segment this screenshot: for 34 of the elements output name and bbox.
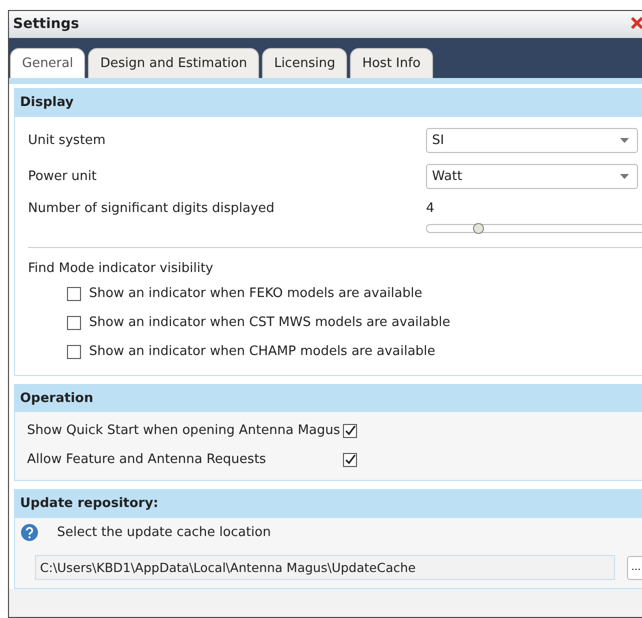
checkbox[interactable] bbox=[67, 345, 81, 359]
dropdown[interactable]: Watt bbox=[426, 164, 638, 189]
close-icon[interactable] bbox=[630, 16, 642, 30]
option-label: Show an indicator when CST MWS models are available bbox=[89, 314, 450, 332]
section-header: Display bbox=[15, 89, 642, 116]
setting-label: Unit system bbox=[28, 132, 107, 150]
path-field[interactable]: C:\Users\KBD1\AppData\Local\Antenna Magus\UpdateCache bbox=[35, 555, 615, 580]
checkbox[interactable] bbox=[67, 287, 81, 301]
tab[interactable]: Licensing bbox=[262, 48, 348, 78]
checkbox[interactable] bbox=[343, 452, 357, 466]
slider-thumb[interactable] bbox=[472, 223, 484, 234]
setting-label: Power unit bbox=[28, 168, 98, 186]
section-header: Operation bbox=[15, 384, 642, 412]
group-label: Find Mode indicator visibility bbox=[28, 260, 214, 278]
section-header: Update repository: bbox=[15, 490, 642, 518]
checkbox[interactable] bbox=[343, 424, 357, 438]
caret-icon bbox=[620, 138, 629, 143]
caret-icon bbox=[620, 174, 629, 179]
slider-reading: 4 bbox=[426, 200, 436, 218]
checkbox[interactable] bbox=[67, 316, 81, 330]
option-label: Show Quick Start when opening Antenna Magus bbox=[27, 422, 342, 440]
window-title: Settings bbox=[13, 15, 80, 34]
tab[interactable]: Design and Estimation bbox=[88, 48, 260, 78]
help-icon bbox=[21, 524, 38, 541]
slider-track[interactable] bbox=[426, 224, 642, 233]
option-label: Allow Feature and Antenna Requests bbox=[27, 450, 268, 469]
browse-button[interactable]: ... bbox=[627, 556, 642, 580]
dropdown[interactable]: SI bbox=[426, 128, 638, 153]
option-label: Show an indicator when CHAMP models are available bbox=[89, 343, 436, 362]
option-label: Show an indicator when FEKO models are available bbox=[89, 285, 422, 304]
setting-label: Number of significant digits displayed bbox=[28, 200, 276, 218]
hint-text: Select the update cache location bbox=[57, 524, 271, 542]
tab[interactable]: General bbox=[10, 48, 86, 78]
tab[interactable]: Host Info bbox=[350, 48, 433, 78]
